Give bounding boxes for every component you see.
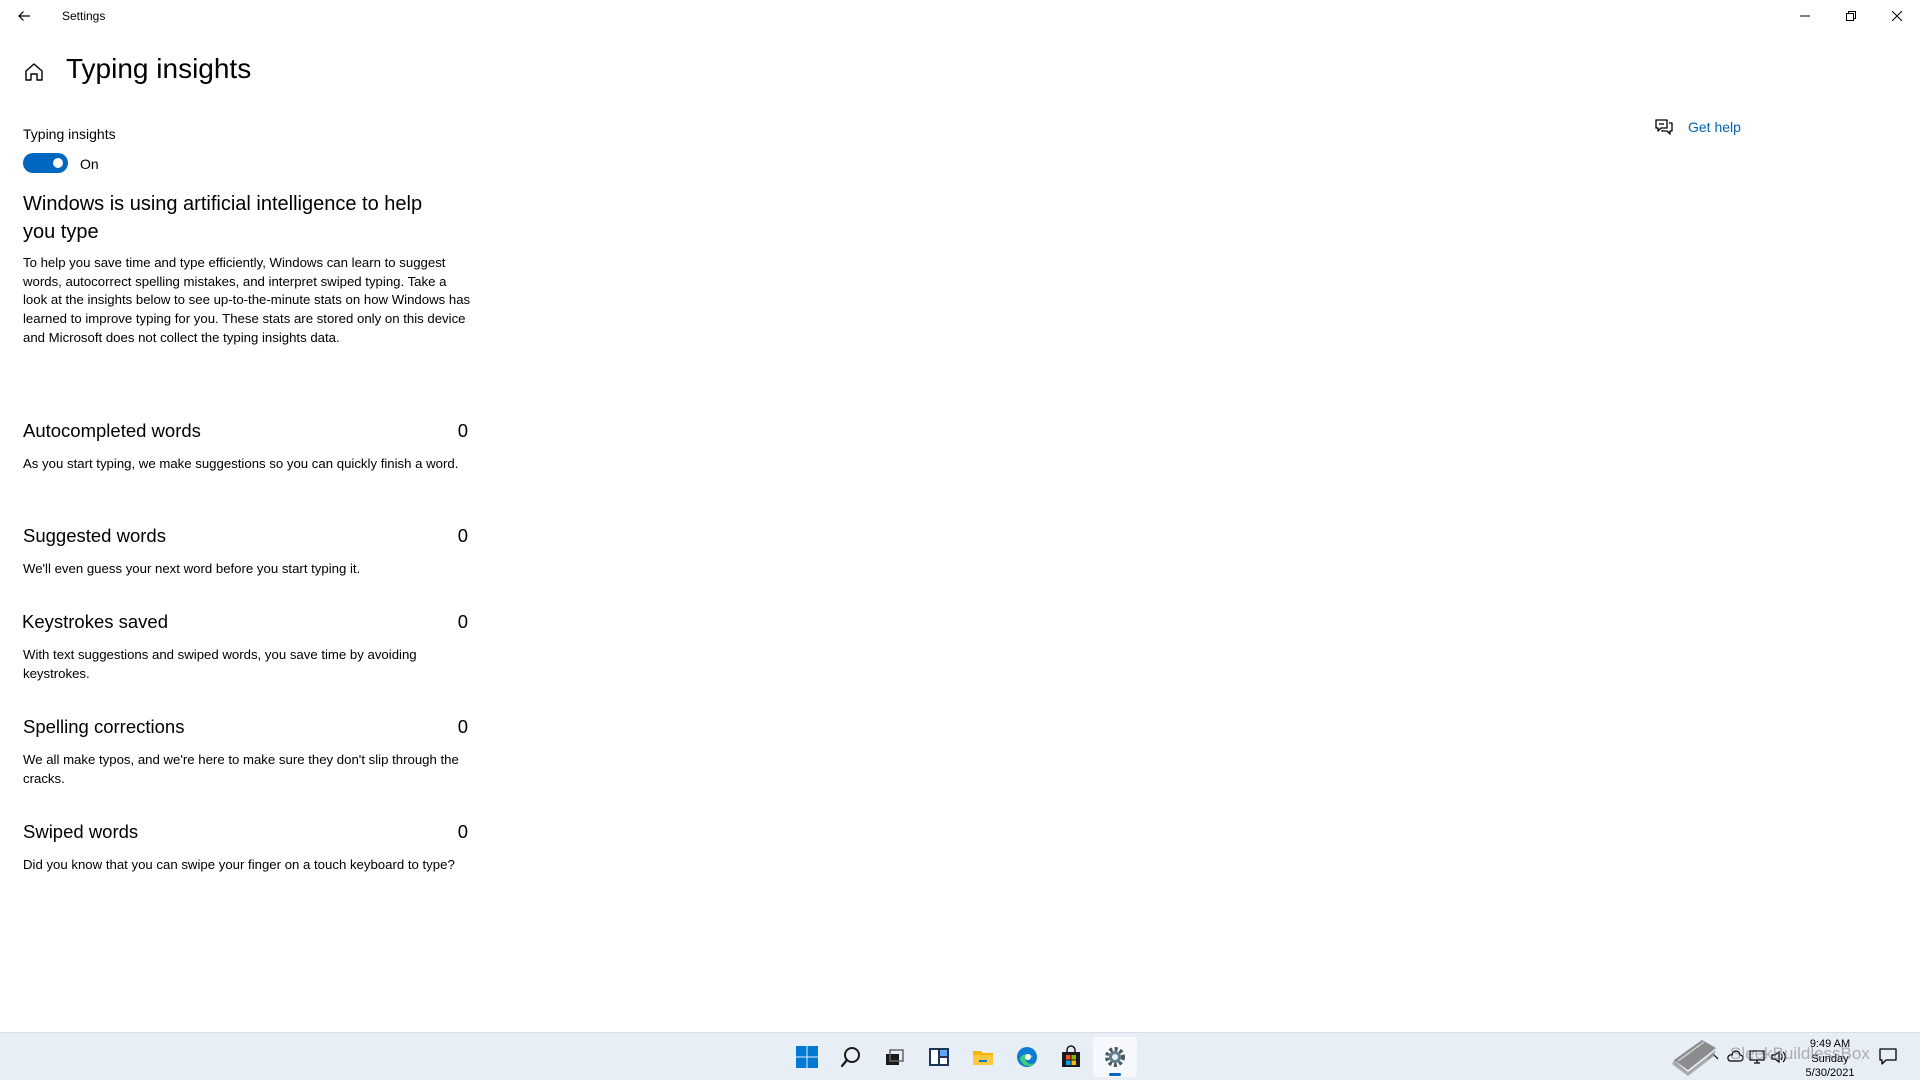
- edge-button[interactable]: [1005, 1033, 1049, 1081]
- widgets-icon: [929, 1048, 949, 1066]
- taskbar-pinned-apps: [785, 1033, 1137, 1081]
- clock-date: 5/30/2021: [1805, 1067, 1855, 1079]
- edge-icon: [1017, 1047, 1037, 1067]
- stat-value: 0: [457, 716, 468, 737]
- settings-button[interactable]: [1093, 1037, 1137, 1077]
- close-button[interactable]: [1874, 0, 1920, 32]
- file-explorer-icon: [973, 1051, 993, 1065]
- store-button[interactable]: [1049, 1033, 1093, 1081]
- window-title: Settings: [62, 9, 106, 23]
- file-explorer-button[interactable]: [961, 1033, 1005, 1081]
- window-controls: [1782, 0, 1920, 32]
- stat-description: We'll even guess your next word before y…: [23, 561, 361, 576]
- settings-icon: [1105, 1047, 1125, 1067]
- toggle-knob: [53, 158, 63, 168]
- page-title: Typing insights: [66, 53, 252, 84]
- back-button[interactable]: [0, 0, 48, 32]
- home-icon: [25, 63, 43, 81]
- stat-value: 0: [457, 420, 468, 441]
- search-button[interactable]: [829, 1033, 873, 1081]
- minimize-icon: [1800, 15, 1810, 17]
- stat-title: Keystrokes saved: [22, 611, 169, 632]
- close-icon: [1892, 11, 1902, 21]
- restore-icon: [1846, 11, 1856, 21]
- ai-description: To help you save time and type efficient…: [23, 255, 471, 345]
- get-help[interactable]: Get help: [1654, 117, 1741, 137]
- widgets-button[interactable]: [917, 1033, 961, 1081]
- store-icon: [1062, 1045, 1080, 1067]
- stat-description: We all make typos, and we're here to mak…: [23, 752, 459, 786]
- home-button[interactable]: [22, 60, 46, 84]
- start-button[interactable]: [785, 1033, 829, 1081]
- taskbar: 9:49 AM Sunday 5/30/2021: [0, 1032, 1920, 1080]
- toggle-state-label: On: [80, 156, 99, 172]
- search-icon: [840, 1047, 860, 1068]
- task-view-icon: [886, 1049, 904, 1065]
- stat-description: With text suggestions and swiped words, …: [23, 647, 417, 681]
- stat-title: Autocompleted words: [23, 420, 201, 441]
- get-help-link[interactable]: Get help: [1688, 119, 1741, 135]
- book-logo-icon: [1672, 1040, 1716, 1076]
- stat-value: 0: [457, 611, 468, 632]
- stat-description: Did you know that you can swipe your fin…: [23, 857, 455, 872]
- stat-title: Swiped words: [23, 821, 139, 842]
- settings-window: Settings Typing insights Typing insights: [0, 0, 1920, 1032]
- minimize-button[interactable]: [1782, 0, 1828, 32]
- stat-title: Suggested words: [23, 525, 166, 546]
- active-indicator: [1109, 1073, 1121, 1076]
- typing-insights-toggle-label: Typing insights: [23, 126, 116, 142]
- stat-description: As you start typing, we make suggestions…: [23, 456, 459, 471]
- restore-button[interactable]: [1828, 0, 1874, 32]
- typing-insights-toggle[interactable]: [23, 153, 68, 173]
- watermark-text: SleekBuildlessBox: [1730, 1044, 1870, 1063]
- stat-title: Spelling corrections: [23, 716, 185, 737]
- stat-value: 0: [457, 525, 468, 546]
- back-arrow-icon: [18, 11, 30, 21]
- start-icon: [796, 1046, 818, 1068]
- title-bar: Settings: [0, 0, 1920, 32]
- notification-icon[interactable]: [1878, 1046, 1898, 1066]
- task-view-button[interactable]: [873, 1033, 917, 1081]
- ai-heading: Windows is using artificial intelligence…: [23, 193, 423, 243]
- chat-help-icon: [1655, 119, 1673, 135]
- stat-value: 0: [457, 821, 468, 842]
